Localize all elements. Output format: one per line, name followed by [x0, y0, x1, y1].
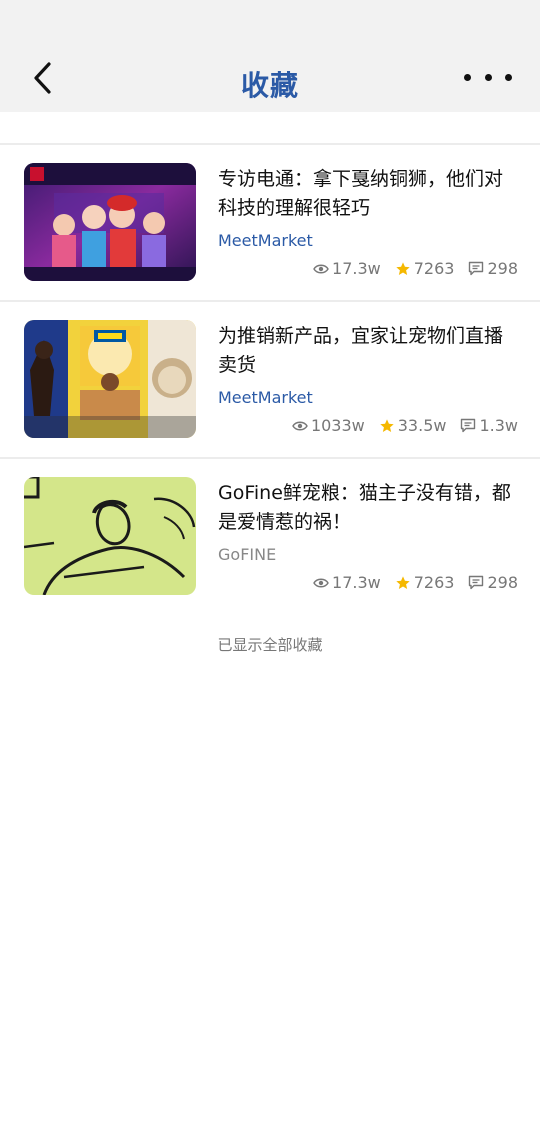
- eye-icon: [313, 264, 329, 273]
- views-stat: 17.3w: [313, 573, 381, 592]
- ikea-pets-image: [24, 320, 196, 438]
- list-item[interactable]: GoFine鲜宠粮：猫主子没有错，都是爱情惹的祸！ GoFINE 17.3w 7…: [0, 457, 540, 614]
- comments-count: 1.3w: [479, 416, 518, 435]
- comments-stat: 298: [468, 573, 518, 592]
- kfc-anime-image: [24, 163, 196, 281]
- article-thumbnail[interactable]: [24, 163, 196, 281]
- top-bar: 收藏: [0, 0, 540, 112]
- stars-stat: 7263: [395, 259, 455, 278]
- article-source[interactable]: MeetMarket: [218, 231, 313, 250]
- article-title[interactable]: GoFine鲜宠粮：猫主子没有错，都是爱情惹的祸！: [218, 479, 514, 537]
- more-dot: [464, 73, 471, 81]
- eye-icon: [292, 421, 308, 430]
- stars-count: 7263: [413, 259, 455, 278]
- list-item[interactable]: 为推销新产品，宜家让宠物们直播卖货 MeetMarket 1033w 33.5w: [0, 300, 540, 457]
- star-icon: [396, 575, 410, 589]
- views-count: 1033w: [310, 416, 365, 435]
- article-title[interactable]: 为推销新产品，宜家让宠物们直播卖货: [218, 322, 514, 380]
- article-thumbnail[interactable]: [24, 477, 196, 595]
- stars-stat: 33.5w: [379, 416, 447, 435]
- stars-stat: 7263: [395, 573, 455, 592]
- views-stat: 17.3w: [313, 259, 381, 278]
- page-title: 收藏: [240, 69, 299, 102]
- comments-stat: 1.3w: [460, 416, 518, 435]
- end-of-list-note: 已显示全部收藏: [217, 636, 323, 654]
- views-stat: 1033w: [292, 416, 365, 435]
- article-source[interactable]: GoFINE: [218, 545, 276, 564]
- views-count: 17.3w: [332, 573, 381, 592]
- stars-count: 7263: [413, 573, 455, 592]
- comments-count: 298: [487, 259, 518, 278]
- article-source[interactable]: MeetMarket: [218, 388, 313, 407]
- comment-icon: [469, 261, 484, 276]
- article-stats: 1033w 33.5w 1.3w: [292, 416, 518, 435]
- gofine-illustration-image: [24, 477, 196, 595]
- star-icon: [380, 418, 394, 432]
- article-title[interactable]: 专访电通：拿下戛纳铜狮，他们对科技的理解很轻巧: [218, 165, 514, 223]
- favorites-list: 专访电通：拿下戛纳铜狮，他们对科技的理解很轻巧 MeetMarket 17.3w…: [0, 143, 540, 614]
- more-dot: [484, 73, 492, 81]
- article-stats: 17.3w 7263 298: [313, 259, 518, 278]
- comments-stat: 298: [468, 259, 518, 278]
- star-icon: [396, 261, 410, 275]
- comment-icon: [461, 418, 476, 433]
- comments-count: 298: [487, 573, 518, 592]
- eye-icon: [313, 578, 329, 587]
- more-options-button[interactable]: [464, 62, 512, 92]
- stars-count: 33.5w: [397, 416, 447, 435]
- more-dot: [505, 73, 512, 81]
- article-stats: 17.3w 7263 298: [313, 573, 518, 592]
- comment-icon: [469, 575, 484, 590]
- list-item[interactable]: 专访电通：拿下戛纳铜狮，他们对科技的理解很轻巧 MeetMarket 17.3w…: [0, 143, 540, 300]
- views-count: 17.3w: [332, 259, 381, 278]
- article-thumbnail[interactable]: [24, 320, 196, 438]
